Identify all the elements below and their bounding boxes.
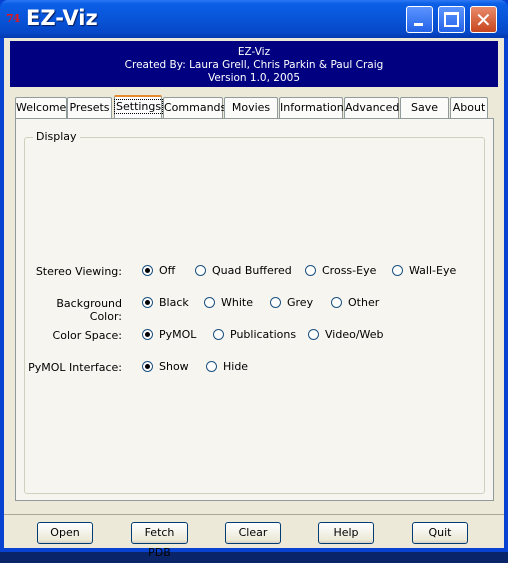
stereo-cross-eye-radio[interactable]: Cross-Eye (305, 264, 376, 277)
radio-selected-icon (142, 329, 153, 340)
display-groupbox: Display Stereo Viewing: Off Quad Buffere… (24, 130, 485, 494)
stereo-viewing-label: Stereo Viewing: (35, 265, 122, 278)
tab-presets[interactable]: Presets (67, 97, 112, 118)
stereo-quad-buffered-radio[interactable]: Quad Buffered (195, 264, 292, 277)
quit-button[interactable]: Quit (412, 522, 468, 544)
tab-about[interactable]: About (450, 97, 488, 118)
tab-save[interactable]: Save (400, 97, 449, 118)
background-black-radio[interactable]: Black (142, 296, 189, 309)
maximize-button[interactable] (438, 6, 465, 33)
help-button[interactable]: Help (318, 522, 374, 544)
radio-selected-icon (142, 297, 153, 308)
client-area: EZ-Viz Created By: Laura Grell, Chris Pa… (4, 38, 504, 559)
radio-unselected-icon (213, 329, 224, 340)
close-icon: ✕ (475, 8, 492, 32)
radio-selected-icon (142, 265, 153, 276)
radio-unselected-icon (270, 297, 281, 308)
pymol-interface-hide-radio[interactable]: Hide (206, 360, 248, 373)
tab-commands[interactable]: Commands (163, 97, 226, 118)
radio-unselected-icon (331, 297, 342, 308)
tab-information[interactable]: Information (279, 97, 344, 118)
pymol-interface-show-radio[interactable]: Show (142, 360, 189, 373)
app-logo-icon: 74 (6, 12, 20, 25)
stereo-off-radio[interactable]: Off (142, 264, 175, 277)
window-title: EZ-Viz (26, 6, 98, 30)
radio-unselected-icon (206, 361, 217, 372)
pymol-interface-label: PyMOL Interface: (28, 361, 122, 374)
color-space-pymol-radio[interactable]: PyMOL (142, 328, 196, 341)
app-window: 74 EZ-Viz ✕ EZ-Viz Created By: Laura Gre… (0, 0, 508, 559)
minimize-icon (414, 23, 423, 26)
background-grey-radio[interactable]: Grey (270, 296, 313, 309)
clear-button[interactable]: Clear (225, 522, 281, 544)
settings-panel: Display Stereo Viewing: Off Quad Buffere… (15, 118, 494, 501)
radio-unselected-icon (308, 329, 319, 340)
tab-advanced[interactable]: Advanced (344, 97, 399, 118)
minimize-button[interactable] (406, 6, 433, 33)
title-bar[interactable]: 74 EZ-Viz ✕ (0, 0, 508, 38)
banner-credits: Created By: Laura Grell, Chris Parkin & … (124, 59, 384, 71)
tab-movies[interactable]: Movies (224, 97, 278, 118)
fetch-pdb-button[interactable]: Fetch PDB (131, 522, 188, 559)
radio-unselected-icon (195, 265, 206, 276)
color-space-label: Color Space: (52, 329, 122, 342)
bottom-button-bar: Open Fetch PDB Clear Help Quit (4, 514, 504, 559)
header-banner: EZ-Viz Created By: Laura Grell, Chris Pa… (10, 41, 498, 87)
radio-unselected-icon (305, 265, 316, 276)
color-space-video-web-radio[interactable]: Video/Web (308, 328, 384, 341)
background-other-radio[interactable]: Other (331, 296, 379, 309)
open-button[interactable]: Open (37, 522, 93, 544)
maximize-icon (444, 12, 459, 27)
background-white-radio[interactable]: White (204, 296, 253, 309)
banner-version: Version 1.0, 2005 (207, 72, 301, 84)
tab-settings[interactable]: Settings (113, 95, 164, 119)
tab-welcome[interactable]: Welcome (15, 97, 67, 118)
radio-selected-icon (142, 361, 153, 372)
display-group-label: Display (33, 130, 80, 143)
color-space-publications-radio[interactable]: Publications (213, 328, 296, 341)
stereo-wall-eye-radio[interactable]: Wall-Eye (392, 264, 456, 277)
close-button[interactable]: ✕ (470, 6, 497, 33)
radio-unselected-icon (392, 265, 403, 276)
banner-app-name: EZ-Viz (237, 46, 271, 58)
background-color-label: Background Color: (56, 297, 122, 323)
radio-unselected-icon (204, 297, 215, 308)
